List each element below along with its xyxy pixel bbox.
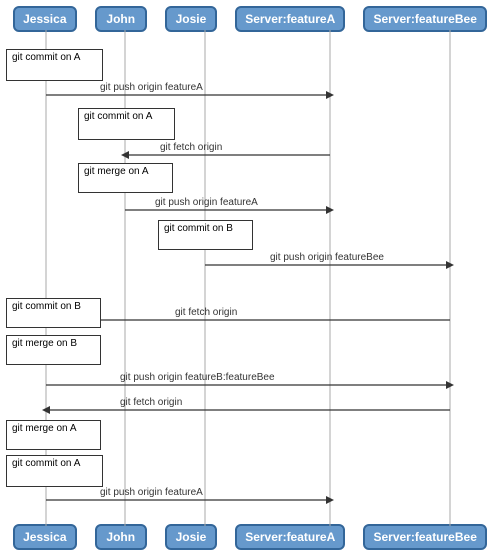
top-actor-bar: Jessica John Josie Server:featureA Serve… — [0, 0, 500, 38]
box-jessica-commit-a-2: git commit on A — [6, 455, 103, 487]
msg-label-7: git fetch origin — [120, 397, 182, 408]
msg-label-8: git push origin featureA — [100, 487, 203, 498]
actor-jessica-top: Jessica — [13, 6, 76, 32]
box-john-merge-a: git merge on A — [78, 163, 173, 193]
msg-label-1: git push origin featureA — [100, 82, 203, 93]
actor-john-top: John — [95, 6, 147, 32]
box-jessica-merge-b: git merge on B — [6, 335, 101, 365]
sequence-diagram: Jessica John Josie Server:featureA Serve… — [0, 0, 500, 556]
msg-label-2: git fetch origin — [160, 142, 222, 153]
msg-label-6: git push origin featureB:featureBee — [120, 372, 275, 383]
actor-josie-top: Josie — [165, 6, 217, 32]
actor-server-featurebee-bottom: Server:featureBee — [363, 524, 486, 550]
box-jessica-merge-a: git merge on A — [6, 420, 101, 450]
msg-label-5: git fetch origin — [175, 307, 237, 318]
actor-server-featurea-bottom: Server:featureA — [235, 524, 345, 550]
box-john-commit-a: git commit on A — [78, 108, 175, 140]
msg-label-4: git push origin featureBee — [270, 252, 384, 263]
actor-server-featurebee-top: Server:featureBee — [363, 6, 486, 32]
actor-jessica-bottom: Jessica — [13, 524, 76, 550]
box-jessica-commit-b: git commit on B — [6, 298, 101, 328]
msg-label-3: git push origin featureA — [155, 197, 258, 208]
box-josie-commit-b: git commit on B — [158, 220, 253, 250]
box-jessica-commit-a-1: git commit on A — [6, 49, 103, 81]
actor-server-featurea-top: Server:featureA — [235, 6, 345, 32]
bottom-actor-bar: Jessica John Josie Server:featureA Serve… — [0, 518, 500, 556]
actor-john-bottom: John — [95, 524, 147, 550]
actor-josie-bottom: Josie — [165, 524, 217, 550]
